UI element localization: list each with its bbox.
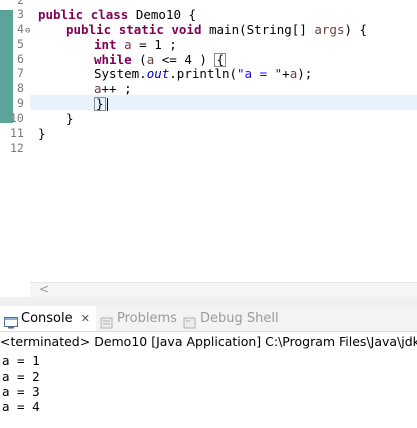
matching-bracket: { xyxy=(214,52,226,67)
matching-bracket: } xyxy=(94,96,106,111)
code-line-4: public static void main(String[] args) { xyxy=(66,22,368,37)
code-line-10: } xyxy=(66,111,74,126)
line-number: 5 xyxy=(17,37,24,51)
close-icon[interactable]: ✕ xyxy=(81,312,90,325)
line-number: 8 xyxy=(17,81,24,95)
console-status-line: <terminated> Demo10 [Java Application] C… xyxy=(0,334,417,349)
console-output-line: a = 2 xyxy=(2,369,40,384)
console-output-line: a = 3 xyxy=(2,384,40,399)
line-number: 11 xyxy=(10,126,24,140)
line-number: 10 xyxy=(10,111,24,125)
code-line-9: } xyxy=(94,96,108,111)
line-number-gutter: 2 3 4⊖ 5 6 7 8 9 10 11 12 xyxy=(10,0,30,282)
horizontal-scrollbar[interactable]: < xyxy=(30,282,417,297)
code-line-8: a++ ; xyxy=(94,81,132,96)
current-line-highlight xyxy=(30,95,417,110)
tab-label: Problems xyxy=(117,311,177,326)
tab-debug-shell[interactable]: Debug Shell xyxy=(183,306,279,331)
tab-label: Console xyxy=(21,311,73,326)
tab-console[interactable]: Console ✕ xyxy=(0,306,96,331)
console-output-line: a = 4 xyxy=(2,399,40,414)
console-output-line: a = 1 xyxy=(2,353,40,368)
change-marker-bar xyxy=(0,10,13,123)
line-number: 7 xyxy=(17,66,24,80)
view-tab-bar: Console ✕ Problems Debug Shell xyxy=(0,306,417,332)
code-line-11: } xyxy=(38,126,46,141)
code-line-6: while (a <= 4 ) { xyxy=(94,52,226,67)
line-number: 12 xyxy=(10,141,24,155)
tab-problems[interactable]: Problems xyxy=(100,306,177,331)
problems-icon xyxy=(100,313,114,328)
code-line-7: System.out.println("a = "+a); xyxy=(94,66,313,81)
code-line-3: public class Demo10 { xyxy=(38,7,197,22)
text-cursor xyxy=(106,98,108,111)
fold-collapse-icon[interactable]: ⊖ xyxy=(25,26,30,36)
code-editor[interactable]: 2 3 4⊖ 5 6 7 8 9 10 11 12 public class D… xyxy=(0,0,417,282)
scroll-left-icon[interactable]: < xyxy=(39,282,49,296)
panel-divider[interactable] xyxy=(0,297,417,306)
line-number: 4 xyxy=(17,22,24,36)
code-line-5: int a = 1 ; xyxy=(94,37,177,52)
line-number: 6 xyxy=(17,52,24,66)
debug-shell-icon xyxy=(183,313,197,328)
tab-label: Debug Shell xyxy=(200,311,279,326)
console-icon xyxy=(4,313,18,328)
